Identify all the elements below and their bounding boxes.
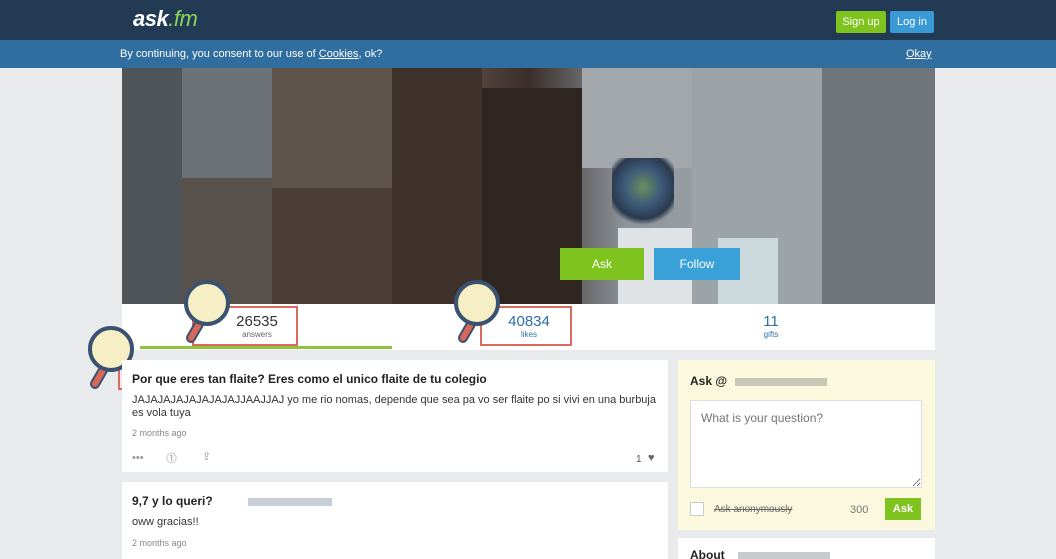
answer-card: 9,7 y lo queri? oww gracias!! 2 months a… xyxy=(122,482,668,559)
ask-panel-title: Ask @ xyxy=(690,374,728,388)
question-input[interactable] xyxy=(690,400,922,488)
heart-icon[interactable]: ♥ xyxy=(648,452,655,464)
answer-text: JAJAJAJAJAJAJAJAJJAAJJAJ yo me rio nomas… xyxy=(132,394,656,419)
blurred-author xyxy=(248,498,332,506)
ask-button[interactable]: Ask xyxy=(560,248,644,280)
ask-anonymously-label[interactable]: Ask anonymously xyxy=(714,504,792,515)
top-navigation-bar: ask.fm Sign up Log in xyxy=(0,0,1056,40)
follow-button[interactable]: Follow xyxy=(654,248,740,280)
profile-avatar[interactable] xyxy=(612,158,674,230)
character-count: 300 xyxy=(850,504,869,516)
ask-fm-logo[interactable]: ask.fm xyxy=(133,6,198,32)
active-tab-underline xyxy=(140,346,392,349)
ask-related-icon[interactable]: ⓵ xyxy=(166,450,177,466)
magnifier-icon xyxy=(454,280,500,345)
stat-gifts[interactable]: 11 gifts xyxy=(734,314,808,340)
question-text[interactable]: 9,7 y lo queri? xyxy=(132,494,213,508)
more-options-icon[interactable]: ••• xyxy=(132,452,144,464)
sign-up-button[interactable]: Sign up xyxy=(836,11,886,33)
answer-timestamp[interactable]: 2 months ago xyxy=(132,538,187,548)
log-in-button[interactable]: Log in xyxy=(890,11,934,33)
like-count: 1 xyxy=(636,454,642,465)
submit-question-button[interactable]: Ask xyxy=(885,498,921,520)
cookie-consent-text: By continuing, you consent to our use of… xyxy=(120,48,383,60)
question-text[interactable]: Por que eres tan flaite? Eres como el un… xyxy=(132,372,487,386)
about-title: About xyxy=(690,548,725,559)
blurred-username xyxy=(735,378,827,386)
blurred-username xyxy=(738,552,830,559)
ask-anonymously-checkbox[interactable] xyxy=(690,502,704,516)
answer-text: oww gracias!! xyxy=(132,516,199,528)
cookie-okay-link[interactable]: Okay xyxy=(906,48,932,60)
share-icon[interactable]: ⇪ xyxy=(202,450,211,463)
magnifier-icon xyxy=(184,280,230,345)
cookies-link[interactable]: Cookies xyxy=(319,48,359,60)
cookie-consent-bar: By continuing, you consent to our use of… xyxy=(0,40,1056,68)
answer-card: Por que eres tan flaite? Eres como el un… xyxy=(122,360,668,472)
profile-cover-image: Ask Follow xyxy=(122,68,935,304)
ask-question-panel: Ask @ Ask anonymously 300 Ask xyxy=(678,360,935,530)
answer-timestamp[interactable]: 2 months ago xyxy=(132,428,187,438)
about-panel: About xyxy=(678,538,935,559)
